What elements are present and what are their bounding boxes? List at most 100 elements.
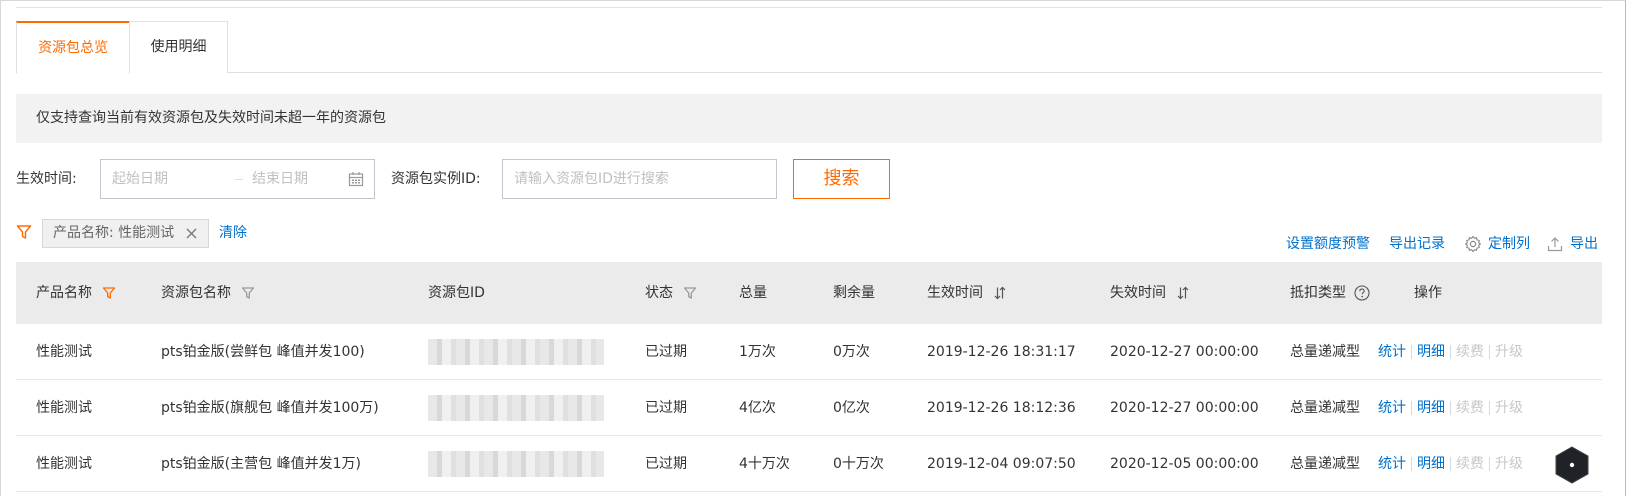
date-separator [235, 179, 243, 180]
cell-start-time: 2019-12-04 09:07:50 [927, 456, 1076, 472]
col-start-time[interactable]: 生效时间 [927, 262, 1007, 324]
op-divider [1411, 457, 1412, 471]
col-end-time-label: 失效时间 [1110, 285, 1166, 301]
quota-alert-link[interactable]: 设置额度预警 [1286, 232, 1370, 256]
cell-package-id-redacted [428, 395, 604, 421]
op-divider [1450, 457, 1451, 471]
op-divider [1450, 345, 1451, 359]
cell-start-time: 2019-12-26 18:31:17 [927, 344, 1076, 360]
col-remaining: 剩余量 [833, 285, 875, 301]
table-row: 性能测试 pts铂金版(尝鲜包 峰值并发100) 已过期 1万次 0万次 201… [16, 324, 1602, 380]
cell-end-time: 2020-12-27 00:00:00 [1110, 400, 1259, 416]
upgrade-link[interactable]: 升级 [1495, 400, 1523, 416]
cell-total: 4亿次 [739, 400, 776, 416]
stats-link[interactable]: 统计 [1378, 400, 1406, 416]
tab-usage-detail[interactable]: 使用明细 [129, 21, 228, 73]
renew-link[interactable]: 续费 [1456, 400, 1484, 416]
op-divider [1411, 401, 1412, 415]
cell-package-name: pts铂金版(尝鲜包 峰值并发100) [161, 344, 365, 360]
filter-tag-label: 产品名称: 性能测试 [53, 225, 175, 241]
filter-icon[interactable] [102, 286, 116, 300]
filter-icon[interactable] [241, 286, 255, 300]
filter-tag-product: 产品名称: 性能测试 [42, 219, 209, 248]
sort-icon[interactable] [1176, 286, 1190, 300]
table-row: 性能测试 pts铂金版(旗舰包 峰值并发100万) 已过期 4亿次 0亿次 20… [16, 380, 1602, 436]
row-operations: 统计 明细 续费 升级 [1378, 380, 1523, 436]
tab-bar: 资源包总览 使用明细 [16, 21, 1602, 74]
cell-status: 已过期 [645, 400, 687, 416]
cell-package-id-redacted [428, 451, 604, 477]
cell-status: 已过期 [645, 344, 687, 360]
stats-link[interactable]: 统计 [1378, 456, 1406, 472]
cell-status: 已过期 [645, 456, 687, 472]
custom-columns-link[interactable]: 定制列 [1488, 232, 1530, 256]
end-date-field[interactable]: 结束日期 [252, 160, 308, 198]
op-divider [1489, 457, 1490, 471]
cell-package-name: pts铂金版(主营包 峰值并发1万) [161, 456, 361, 472]
col-total: 总量 [739, 285, 767, 301]
row-operations: 统计 明细 续费 升级 [1378, 436, 1523, 492]
cell-remaining: 0万次 [833, 344, 870, 360]
op-divider [1411, 345, 1412, 359]
col-deduct-type-label: 抵扣类型 [1290, 285, 1346, 301]
package-id-label: 资源包实例ID: [391, 171, 481, 187]
table-header: 产品名称 资源包名称 资源包ID 状态 总量 剩余量 生效时间 失效时间 抵扣类… [16, 262, 1602, 324]
search-button[interactable]: 搜索 [793, 159, 890, 199]
help-icon[interactable] [1354, 285, 1371, 301]
col-end-time[interactable]: 失效时间 [1110, 262, 1190, 324]
col-package-id: 资源包ID [428, 285, 485, 301]
col-start-time-label: 生效时间 [927, 285, 983, 301]
detail-link[interactable]: 明细 [1417, 456, 1445, 472]
col-product[interactable]: 产品名称 [36, 262, 116, 324]
cell-package-id-redacted [428, 339, 604, 365]
row-operations: 统计 明细 续费 升级 [1378, 324, 1523, 380]
cell-product: 性能测试 [36, 456, 92, 472]
start-date-field[interactable]: 起始日期 [112, 160, 168, 198]
gear-icon[interactable] [1464, 235, 1482, 253]
export-records-link[interactable]: 导出记录 [1389, 232, 1445, 256]
upgrade-link[interactable]: 升级 [1495, 344, 1523, 360]
date-range-picker[interactable]: 起始日期 结束日期 [100, 159, 375, 199]
package-id-input[interactable] [502, 159, 777, 199]
table-row: 性能测试 pts铂金版(主营包 峰值并发1万) 已过期 4十万次 0十万次 20… [16, 436, 1602, 492]
cell-product: 性能测试 [36, 400, 92, 416]
top-divider [16, 7, 1602, 8]
cell-remaining: 0亿次 [833, 400, 870, 416]
cell-deduct-type: 总量递减型 [1290, 400, 1360, 416]
clear-filters-link[interactable]: 清除 [219, 220, 247, 247]
detail-link[interactable]: 明细 [1417, 344, 1445, 360]
cell-remaining: 0十万次 [833, 456, 884, 472]
cell-total: 4十万次 [739, 456, 790, 472]
cell-product: 性能测试 [36, 344, 92, 360]
cell-end-time: 2020-12-05 00:00:00 [1110, 456, 1259, 472]
cell-deduct-type: 总量递减型 [1290, 344, 1360, 360]
op-divider [1450, 401, 1451, 415]
detail-link[interactable]: 明细 [1417, 400, 1445, 416]
col-product-label: 产品名称 [36, 285, 92, 301]
stats-link[interactable]: 统计 [1378, 344, 1406, 360]
renew-link[interactable]: 续费 [1456, 344, 1484, 360]
chat-assistant-icon[interactable] [1552, 445, 1592, 485]
calendar-icon[interactable] [348, 171, 364, 187]
notice-banner: 仅支持查询当前有效资源包及失效时间未超一年的资源包 [16, 94, 1602, 143]
cell-end-time: 2020-12-27 00:00:00 [1110, 344, 1259, 360]
tab-package-overview[interactable]: 资源包总览 [16, 21, 130, 74]
upload-icon[interactable] [1546, 235, 1564, 253]
sort-icon[interactable] [993, 286, 1007, 300]
col-package-name[interactable]: 资源包名称 [161, 262, 255, 324]
filter-icon[interactable] [683, 286, 697, 300]
cell-total: 1万次 [739, 344, 776, 360]
cell-start-time: 2019-12-26 18:12:36 [927, 400, 1076, 416]
op-divider [1489, 401, 1490, 415]
renew-link[interactable]: 续费 [1456, 456, 1484, 472]
close-icon[interactable] [185, 227, 198, 240]
cell-package-name: pts铂金版(旗舰包 峰值并发100万) [161, 400, 379, 416]
col-operations: 操作 [1414, 285, 1442, 301]
op-divider [1489, 345, 1490, 359]
upgrade-link[interactable]: 升级 [1495, 456, 1523, 472]
export-link[interactable]: 导出 [1570, 232, 1598, 256]
col-deduct-type: 抵扣类型 [1290, 262, 1371, 324]
filter-icon [16, 225, 32, 239]
col-status[interactable]: 状态 [645, 262, 697, 324]
cell-deduct-type: 总量递减型 [1290, 456, 1360, 472]
